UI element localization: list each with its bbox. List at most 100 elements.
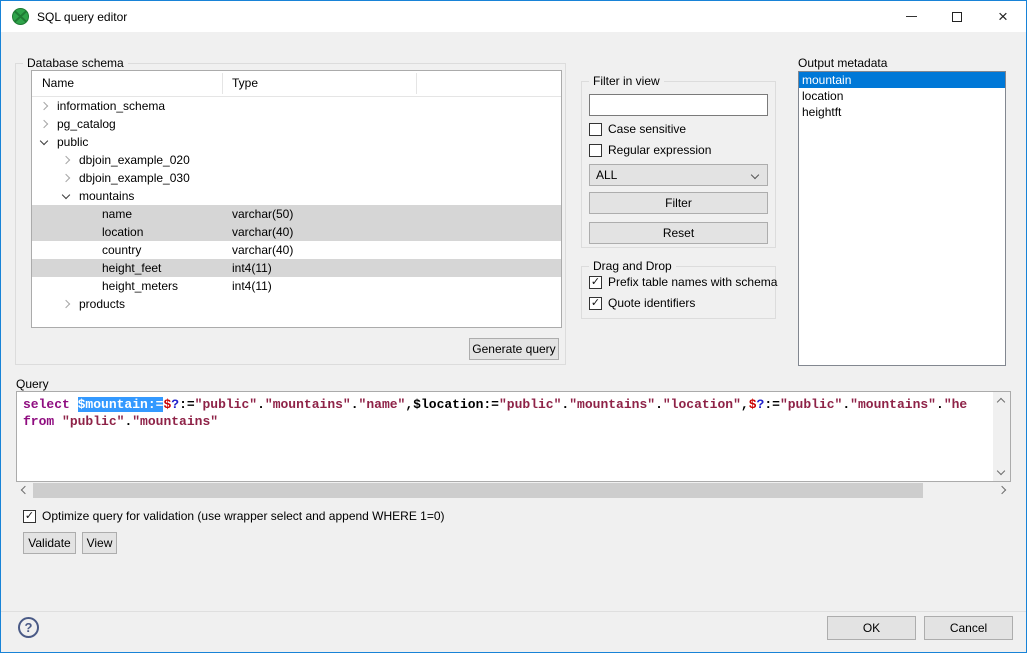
tree-row-pg_catalog[interactable]: pg_catalog — [32, 115, 561, 133]
query-editor[interactable]: select $mountain:=$?:="public"."mountain… — [16, 391, 1011, 482]
query-token: "mountains" — [265, 397, 351, 412]
column-separator[interactable] — [416, 73, 417, 94]
filter-input[interactable] — [589, 94, 768, 116]
tree-row-information_schema[interactable]: information_schema — [32, 97, 561, 115]
quote-identifiers-checkbox[interactable]: Quote identifiers — [589, 296, 695, 310]
query-horizontal-scrollbar[interactable] — [16, 482, 1011, 499]
scroll-right-icon[interactable] — [998, 486, 1006, 494]
query-token: "name" — [359, 397, 406, 412]
query-token: := — [179, 397, 195, 412]
validate-button[interactable]: Validate — [23, 532, 76, 554]
reset-button[interactable]: Reset — [589, 222, 768, 244]
chevron-right-icon[interactable] — [40, 120, 48, 128]
scroll-left-icon[interactable] — [21, 486, 29, 494]
dropdown-value: ALL — [596, 168, 617, 182]
tree-cell-name: dbjoin_example_020 — [79, 151, 190, 169]
tree-cell-type: int4(11) — [232, 259, 272, 277]
tree-cell-name: location — [102, 223, 143, 241]
tree-row-dbjoin_example_020[interactable]: dbjoin_example_020 — [32, 151, 561, 169]
tree-row-name[interactable]: namevarchar(50) — [32, 205, 561, 223]
chevron-down-icon[interactable] — [62, 191, 70, 199]
checkbox-box — [589, 276, 602, 289]
query-token: := — [764, 397, 780, 412]
chevron-right-icon[interactable] — [62, 300, 70, 308]
tree-row-products[interactable]: products — [32, 295, 561, 313]
query-token: . — [842, 397, 850, 412]
checkbox-box — [589, 144, 602, 157]
checkbox-box — [589, 123, 602, 136]
generate-query-button[interactable]: Generate query — [469, 338, 559, 360]
tree-cell-name: mountains — [79, 187, 134, 205]
chevron-right-icon[interactable] — [62, 174, 70, 182]
metadata-item-location[interactable]: location — [799, 88, 1005, 104]
case-sensitive-label: Case sensitive — [608, 122, 686, 136]
column-separator[interactable] — [222, 73, 223, 94]
query-line: select $mountain:=$?:="public"."mountain… — [23, 396, 990, 413]
scrollbar-thumb[interactable] — [33, 483, 923, 498]
tree-row-height_feet[interactable]: height_feet int4(11) — [32, 259, 561, 277]
cancel-button[interactable]: Cancel — [924, 616, 1013, 640]
metadata-item-mountain[interactable]: mountain — [799, 72, 1005, 88]
metadata-item-heightft[interactable]: heightft — [799, 104, 1005, 120]
query-token: "he — [944, 397, 967, 412]
query-text[interactable]: select $mountain:=$?:="public"."mountain… — [23, 396, 990, 430]
prefix-table-names-checkbox[interactable]: Prefix table names with schema — [589, 275, 777, 289]
regular-expression-checkbox[interactable]: Regular expression — [589, 143, 711, 157]
tree-cell-name: information_schema — [57, 97, 165, 115]
tree-cell-type: varchar(50) — [232, 205, 293, 223]
filter-button[interactable]: Filter — [589, 192, 768, 214]
tree-row-dbjoin_example_030[interactable]: dbjoin_example_030 — [32, 169, 561, 187]
column-header-name[interactable]: Name — [42, 76, 74, 90]
output-metadata-label: Output metadata — [798, 56, 887, 70]
chevron-down-icon[interactable] — [40, 137, 48, 145]
query-token: ? — [171, 397, 179, 412]
tree-cell-name: products — [79, 295, 125, 313]
query-token: , — [405, 397, 413, 412]
checkbox-box — [589, 297, 602, 310]
scroll-down-icon[interactable] — [997, 467, 1005, 475]
tree-cell-type: int4(11) — [232, 277, 272, 295]
query-token: "mountains" — [569, 397, 655, 412]
tree-cell-name: height_feet — [102, 259, 161, 277]
optimize-query-checkbox[interactable]: Optimize query for validation (use wrapp… — [23, 509, 445, 523]
chevron-right-icon[interactable] — [40, 102, 48, 110]
view-button[interactable]: View — [82, 532, 117, 554]
minimize-button[interactable] — [888, 1, 934, 32]
query-line: from "public"."mountains" — [23, 413, 990, 430]
query-token: . — [936, 397, 944, 412]
query-token: "mountains" — [850, 397, 936, 412]
tree-header: Name Type — [32, 71, 561, 97]
schema-tree[interactable]: Name Type information_schemapg_catalogpu… — [31, 70, 562, 328]
query-token: select — [23, 397, 78, 412]
maximize-icon — [952, 12, 962, 22]
query-token: . — [257, 397, 265, 412]
query-label: Query — [16, 377, 49, 391]
query-vertical-scrollbar[interactable] — [993, 392, 1010, 481]
query-token: "public" — [62, 414, 124, 429]
output-metadata-list[interactable]: mountainlocationheightft — [798, 71, 1006, 366]
tree-row-public[interactable]: public — [32, 133, 561, 151]
query-token: "mountains" — [132, 414, 218, 429]
minimize-icon — [906, 16, 917, 17]
optimize-query-label: Optimize query for validation (use wrapp… — [42, 509, 445, 523]
ok-button[interactable]: OK — [827, 616, 916, 640]
close-button[interactable]: × — [980, 1, 1026, 32]
query-token: "public" — [195, 397, 257, 412]
filter-in-view-label: Filter in view — [589, 74, 664, 88]
window-title: SQL query editor — [37, 10, 127, 24]
tree-row-height_meters[interactable]: height_metersint4(11) — [32, 277, 561, 295]
case-sensitive-checkbox[interactable]: Case sensitive — [589, 122, 686, 136]
help-button[interactable]: ? — [18, 617, 39, 638]
tree-cell-name: dbjoin_example_030 — [79, 169, 190, 187]
tree-row-country[interactable]: countryvarchar(40) — [32, 241, 561, 259]
tree-row-mountains[interactable]: mountains — [32, 187, 561, 205]
column-header-type[interactable]: Type — [232, 76, 258, 90]
tree-row-location[interactable]: locationvarchar(40) — [32, 223, 561, 241]
query-token: . — [655, 397, 663, 412]
filter-scope-dropdown[interactable]: ALL — [589, 164, 768, 186]
chevron-right-icon[interactable] — [62, 156, 70, 164]
maximize-button[interactable] — [934, 1, 980, 32]
query-token: "location" — [663, 397, 741, 412]
db-input-green-icon — [12, 8, 29, 25]
scroll-up-icon[interactable] — [997, 398, 1005, 406]
